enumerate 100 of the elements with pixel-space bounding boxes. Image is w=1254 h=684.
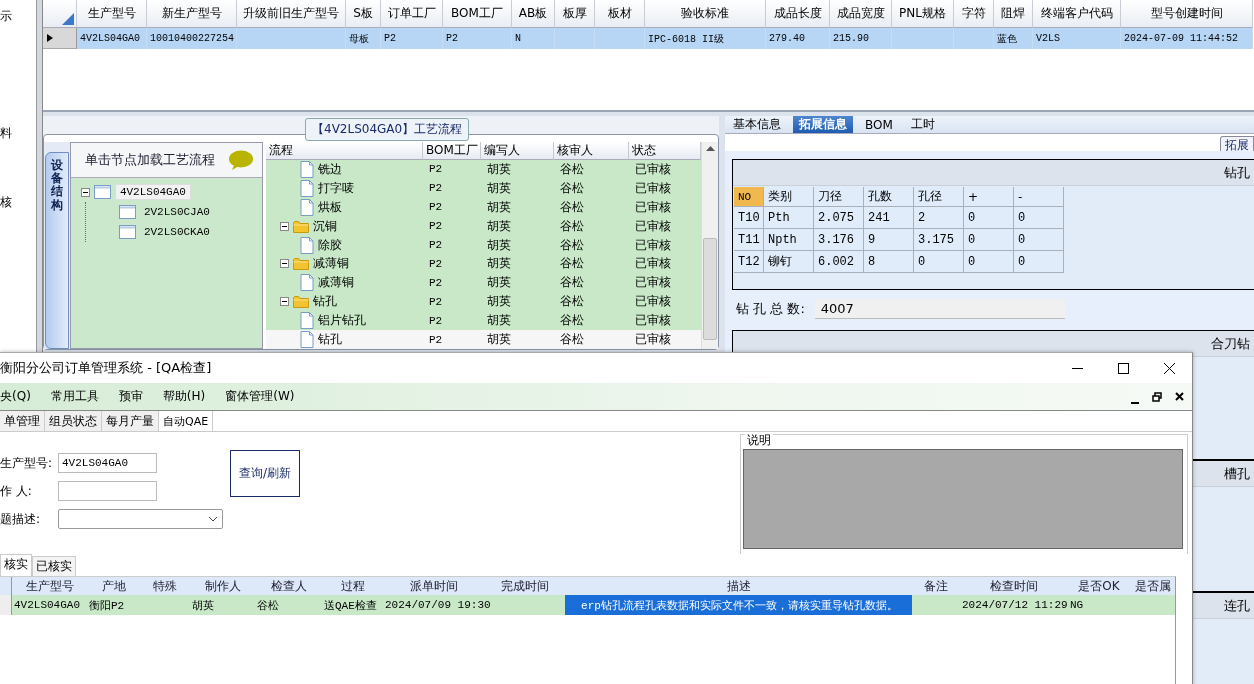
column-header[interactable]: 型号创建时间 xyxy=(1121,0,1253,28)
tab[interactable]: 每月产量 xyxy=(102,411,159,431)
table-cell: 已审核 xyxy=(635,293,671,311)
collapse-icon[interactable] xyxy=(80,187,90,197)
column-header[interactable]: 制作人 xyxy=(190,577,255,595)
column-header[interactable]: 状态 xyxy=(629,142,701,160)
folder-icon xyxy=(293,257,309,271)
menu-label[interactable]: 示 xyxy=(0,8,37,25)
column-header[interactable]: 描述 xyxy=(565,577,912,595)
column-header[interactable]: S板 xyxy=(346,0,381,28)
column-header[interactable]: 阻焊 xyxy=(994,0,1033,28)
column-header[interactable]: 刀径 xyxy=(814,187,864,207)
restore-button[interactable] xyxy=(1150,389,1164,404)
column-header[interactable]: 升级前旧生产型号 xyxy=(237,0,346,28)
menu-label[interactable]: 核 xyxy=(0,194,37,211)
column-header[interactable]: 字符 xyxy=(954,0,994,28)
column-header[interactable]: 生产型号 xyxy=(12,577,87,595)
table-cell: P2 xyxy=(429,314,443,327)
column-header[interactable]: 备注 xyxy=(912,577,960,595)
table-cell: 谷松 xyxy=(560,312,584,330)
column-header[interactable]: 板材 xyxy=(595,0,645,28)
menu-item[interactable]: 预审 xyxy=(118,388,143,405)
table-row[interactable]: 4V2LS04GA0 10010400227254 母板 P2 P2 N IPC-6018 II级 279.40 215.90 蓝色 V2LS 2024-07-09 11:44:52 xyxy=(43,28,1254,49)
table-cell: 谷松 xyxy=(560,179,584,197)
column-header[interactable]: 流程 xyxy=(266,142,423,160)
column-header[interactable]: 终端客户代码 xyxy=(1033,0,1121,28)
tab[interactable]: 基本信息 xyxy=(727,116,787,133)
column-header[interactable]: 检查时间 xyxy=(960,577,1068,595)
column-header[interactable]: 成品宽度 xyxy=(830,0,892,28)
table-cell: 谷松 xyxy=(560,255,584,273)
column-header[interactable]: 孔径 xyxy=(914,187,964,207)
tree-item[interactable]: 2V2LS0CJA0 xyxy=(139,205,214,219)
dropdown-field[interactable] xyxy=(58,509,223,529)
tab[interactable]: BOM xyxy=(859,116,899,133)
column-header[interactable]: NO xyxy=(734,187,764,207)
column-header[interactable]: 生产型号 xyxy=(77,0,147,28)
tab[interactable]: 单管理 xyxy=(0,411,45,431)
column-header[interactable]: 板厚 xyxy=(555,0,595,28)
speech-bubble-icon xyxy=(228,150,254,170)
flow-row[interactable]: 铝片钻孔 P2 胡英 谷松 已审核 xyxy=(266,311,701,331)
tab[interactable]: 拓展信息 xyxy=(793,116,853,133)
menu-item[interactable]: 常用工具 xyxy=(50,388,99,405)
menu-item[interactable]: 央(Q) xyxy=(0,388,31,405)
table-cell: 胡英 xyxy=(487,179,511,197)
tab[interactable]: 核实 xyxy=(0,554,32,576)
table-cell: T12 xyxy=(734,251,764,273)
flow-row[interactable]: 钻孔 P2 胡英 谷松 已审核 xyxy=(266,292,701,312)
step-label: 烘板 xyxy=(318,198,342,216)
tab[interactable]: 拓展 xyxy=(1220,136,1254,151)
flow-row[interactable]: 减薄铜 P2 胡英 谷松 已审核 xyxy=(266,273,701,293)
input-field[interactable]: 4V2LS04GA0 xyxy=(58,453,157,473)
column-header[interactable]: BOM工厂 xyxy=(443,0,512,28)
column-header[interactable]: 订单工厂 xyxy=(381,0,443,28)
column-header[interactable]: 是否属 xyxy=(1130,577,1175,595)
column-header[interactable]: 编写人 xyxy=(481,142,554,160)
column-header[interactable]: 特殊 xyxy=(140,577,190,595)
column-header[interactable]: 孔数 xyxy=(864,187,914,207)
flow-row[interactable]: 铣边 P2 胡英 谷松 已审核 xyxy=(266,160,701,179)
scrollbar[interactable] xyxy=(701,142,718,349)
collapse-icon[interactable] xyxy=(280,221,289,231)
table-cell: P2 xyxy=(384,33,396,44)
tab[interactable]: 组员状态 xyxy=(45,411,102,431)
input-field[interactable] xyxy=(58,481,157,501)
column-header[interactable]: PNL规格 xyxy=(892,0,954,28)
select-all-corner[interactable] xyxy=(43,0,77,28)
column-header[interactable]: 检查人 xyxy=(255,577,322,595)
flow-row[interactable]: 钻孔 P2 胡英 谷松 已审核 xyxy=(266,330,701,350)
collapse-icon[interactable] xyxy=(280,259,289,269)
total-field[interactable]: 4007 xyxy=(814,299,1065,319)
column-header[interactable]: AB板 xyxy=(512,0,555,28)
column-header[interactable]: 是否OK xyxy=(1068,577,1130,595)
column-header[interactable]: + xyxy=(964,187,1014,207)
collapse-icon[interactable] xyxy=(280,297,289,307)
step-label: 铝片钻孔 xyxy=(318,312,366,330)
column-header[interactable]: 过程 xyxy=(322,577,383,595)
menu-item[interactable]: 帮助(H) xyxy=(162,388,206,405)
tree-item[interactable]: 2V2LS0CKA0 xyxy=(139,225,214,239)
window-title: 衡阳分公司订单管理系统 - [QA检查] xyxy=(0,359,212,377)
table-row[interactable]: 4V2LS04GA0 衡阳P2 胡英 谷松 送QAE检查 2024/07/09 19:30 erp钻孔流程孔表数据和实际文件不一致，请核实重导钻孔数据。 2024/07/12 11:29 NG xyxy=(0,595,1175,615)
menu-item[interactable]: 窗体管理(W) xyxy=(225,388,295,405)
column-header[interactable]: - xyxy=(1014,187,1064,207)
column-header[interactable]: 核审人 xyxy=(554,142,629,160)
menu-label[interactable]: 料 xyxy=(0,125,37,142)
tab[interactable]: 工时 xyxy=(904,116,941,133)
column-header[interactable]: 新生产型号 xyxy=(147,0,237,28)
column-header[interactable]: 类别 xyxy=(764,187,814,207)
tab[interactable]: 已核实 xyxy=(32,556,76,576)
table-cell: P2 xyxy=(446,33,458,44)
tree-header: 单击节点加载工艺流程 xyxy=(84,151,215,169)
side-tab[interactable]: 设备结构 xyxy=(44,152,69,349)
column-header[interactable]: BOM工厂 xyxy=(423,142,481,160)
column-header[interactable]: 产地 xyxy=(87,577,140,595)
column-header[interactable]: 验收标准 xyxy=(645,0,766,28)
column-header[interactable]: 完成时间 xyxy=(485,577,565,595)
query-button[interactable]: 查询/刷新 xyxy=(230,450,300,497)
folder-icon xyxy=(293,295,309,309)
table-cell: 2024-07-09 11:44:52 xyxy=(1124,33,1239,44)
column-header[interactable]: 成品长度 xyxy=(766,0,830,28)
column-header[interactable]: 派单时间 xyxy=(383,577,485,595)
tree-item[interactable]: 4V2LS04GA0 xyxy=(114,184,191,200)
